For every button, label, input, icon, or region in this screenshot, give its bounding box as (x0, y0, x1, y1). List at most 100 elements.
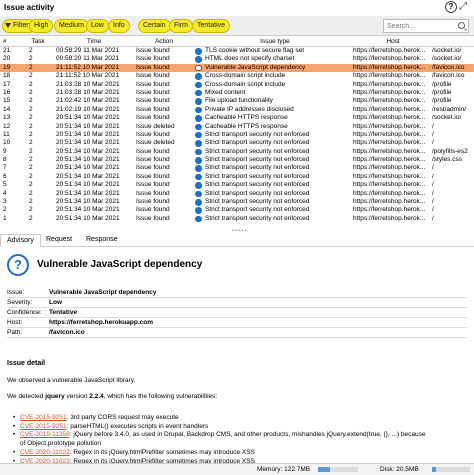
cve-link[interactable]: CVE-2020-11022 (20, 449, 70, 456)
field-label: Confidence: (7, 309, 42, 316)
filter-chip-medium[interactable]: Medium (54, 19, 89, 33)
row-issue-type: Cross-domain script include (205, 80, 286, 88)
row-number: 10 (3, 139, 11, 147)
field-confidence: Confidence: Tentative (7, 308, 467, 318)
severity-info-icon (195, 73, 202, 80)
table-row[interactable]: 4 2 20:51:34 10 Mar 2021 Issue found Strict … (0, 190, 474, 198)
help-icon[interactable]: ? (445, 1, 457, 13)
cve-link[interactable]: CVE-2015-9251 (20, 423, 67, 430)
popout-icon[interactable]: ⤢ (459, 1, 467, 12)
row-path: /profile (432, 97, 452, 105)
row-issue-type: Strict transport security not enforced (205, 172, 310, 180)
col-header-host[interactable]: Host (360, 37, 426, 47)
row-task: 2 (29, 72, 33, 80)
filter-chip-info[interactable]: Info (108, 19, 130, 33)
table-row[interactable]: 15 2 21:02:42 10 Mar 2021 Issue found File u… (0, 97, 474, 105)
table-row[interactable]: 3 2 20:51:34 10 Mar 2021 Issue found Strict … (0, 198, 474, 206)
row-action: Issue deleted (136, 122, 175, 130)
table-row[interactable]: 2 2 20:51:34 10 Mar 2021 Issue found Strict … (0, 206, 474, 214)
table-row[interactable]: 16 2 21:03:28 10 Mar 2021 Issue found Mixed … (0, 89, 474, 97)
row-task: 2 (29, 105, 33, 113)
filter-chip-firm[interactable]: Firm (169, 19, 193, 33)
row-task: 2 (29, 88, 33, 96)
row-issue-type: Vulnerable JavaScript dependency (205, 63, 306, 71)
filter-chip-high[interactable]: High (29, 19, 54, 33)
row-time: 20:51:34 10 Mar 2021 (56, 122, 120, 130)
severity-info-icon (195, 115, 202, 122)
table-row[interactable]: 11 2 20:51:34 10 Mar 2021 Issue found Strict… (0, 131, 474, 139)
col-header-action[interactable]: Action (136, 37, 192, 47)
row-path: /styles.css (432, 156, 462, 164)
table-row[interactable]: 8 2 20:51:34 10 Mar 2021 Issue found Strict … (0, 156, 474, 164)
search-icon[interactable] (458, 22, 465, 29)
cve-link[interactable]: CVE-2015-9251 (20, 414, 67, 421)
severity-info-icon (195, 123, 202, 131)
table-row[interactable]: 9 2 20:51:34 10 Mar 2021 Issue found Strict … (0, 148, 474, 156)
table-row[interactable]: 5 2 20:51:34 10 Mar 2021 Issue found Strict … (0, 181, 474, 189)
row-number: 20 (3, 55, 11, 63)
table-row[interactable]: 21 2 00:58:29 11 Mar 2021 Issue found TLS co… (0, 47, 474, 55)
row-action: Issue found (136, 105, 170, 113)
cve-link[interactable]: CVE-2019-11358 (20, 431, 70, 438)
search-input[interactable] (384, 20, 456, 32)
row-action: Issue found (136, 72, 170, 80)
row-issue-type: Strict transport security not enforced (205, 189, 310, 197)
severity-info-icon (195, 190, 202, 198)
table-row[interactable]: 7 2 20:51:34 10 Mar 2021 Issue found Strict … (0, 164, 474, 172)
row-task: 2 (29, 63, 33, 71)
pane-splitter[interactable]: • • • • • (0, 227, 474, 234)
library-version: 2.2.4 (89, 393, 104, 400)
row-time: 20:51:34 10 Mar 2021 (56, 181, 120, 189)
row-time: 21:11:52 10 Mar 2021 (56, 72, 120, 80)
table-row[interactable]: 13 2 20:51:34 10 Mar 2021 Issue found Cachea… (0, 114, 474, 122)
table-row[interactable]: 18 2 21:11:52 10 Mar 2021 Issue found Cross-… (0, 72, 474, 80)
table-row[interactable]: 17 2 21:03:28 10 Mar 2021 Issue found Cross-… (0, 81, 474, 89)
row-path: /profile (432, 80, 452, 88)
row-number: 8 (3, 156, 7, 164)
vulnerability-text: of Object.prototype pollution (20, 440, 101, 448)
row-task: 2 (29, 130, 33, 138)
tab-request[interactable]: Request (46, 234, 72, 247)
table-row[interactable]: 6 2 20:51:34 10 Mar 2021 Issue found Strict … (0, 173, 474, 181)
row-task: 2 (29, 97, 33, 105)
row-task: 2 (29, 114, 33, 122)
severity-info-icon (195, 89, 202, 97)
table-row[interactable]: 20 2 00:58:20 11 Mar 2021 Issue found HTML d… (0, 55, 474, 63)
table-row[interactable]: 14 2 21:02:19 10 Mar 2021 Issue found Privat… (0, 106, 474, 114)
row-number: 2 (3, 206, 7, 214)
row-issue-type: Strict transport security not enforced (205, 130, 310, 138)
row-time: 21:03:28 10 Mar 2021 (56, 80, 120, 88)
filter-chip-low[interactable]: Low (86, 19, 109, 33)
row-number: 3 (3, 198, 7, 206)
row-task: 2 (29, 181, 33, 189)
table-row[interactable]: 12 2 20:51:34 10 Mar 2021 Issue deleted Cach… (0, 123, 474, 131)
table-row[interactable]: 19 2 21:11:52 10 Mar 2021 Issue found Vulner… (0, 63, 474, 73)
vulnerability-list: CVE-2015-9251: 3rd party CORS request ma… (13, 414, 426, 463)
vulnerability-text: : 3rd party CORS request may execute (66, 414, 179, 421)
row-action: Issue found (136, 47, 170, 54)
table-row[interactable]: 10 2 20:51:34 10 Mar 2021 Issue deleted Stri… (0, 139, 474, 147)
row-task: 2 (29, 147, 33, 155)
tab-response[interactable]: Response (86, 234, 118, 247)
filter-chip-certain[interactable]: Certain (138, 19, 171, 33)
severity-info-icon (195, 207, 202, 214)
row-path: / (432, 189, 434, 197)
col-header-task[interactable]: Task (29, 37, 47, 47)
severity-info-icon (195, 56, 202, 63)
row-path: /socket.io/ (432, 47, 462, 54)
filter-chip-tentative[interactable]: Tentative (192, 19, 231, 33)
col-header-number[interactable]: # (3, 37, 25, 47)
row-path: /favicon.ico (432, 72, 465, 80)
table-row[interactable]: 1 2 20:51:34 10 Mar 2021 Issue found Strict … (0, 215, 474, 223)
col-header-time[interactable]: Time (56, 37, 132, 47)
tab-advisory[interactable]: Advisory (0, 234, 41, 247)
severity-info-icon (195, 48, 202, 55)
row-number: 7 (3, 164, 7, 172)
severity-info-icon (195, 81, 202, 89)
row-action: Issue found (136, 181, 170, 189)
field-value: /favicon.ico (49, 329, 85, 336)
severity-info-icon (195, 165, 202, 172)
row-task: 2 (29, 156, 33, 164)
col-header-issue-type[interactable]: Issue type (200, 37, 350, 47)
row-time: 21:02:19 10 Mar 2021 (56, 105, 120, 113)
